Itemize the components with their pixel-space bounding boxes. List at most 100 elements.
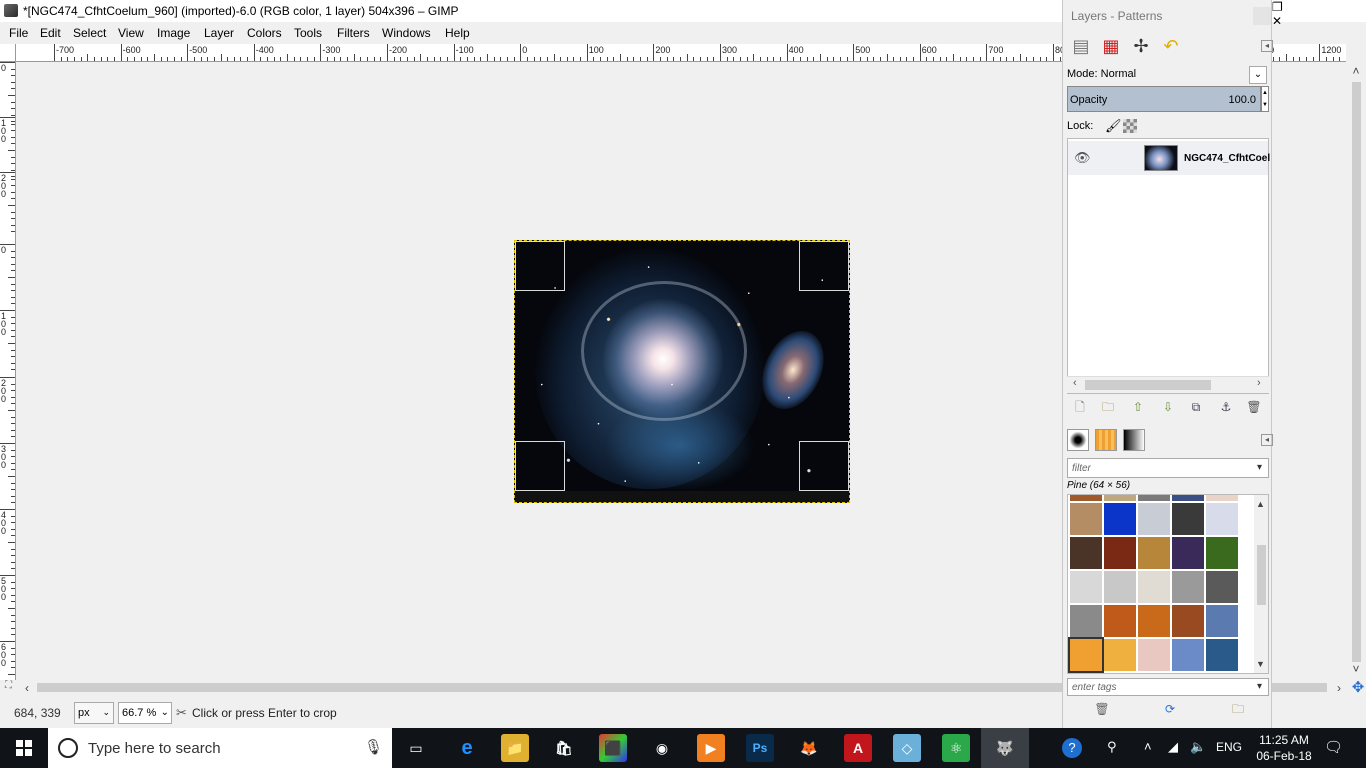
- microphone-icon[interactable]: 🎙: [364, 738, 383, 756]
- pattern-swatch[interactable]: [1104, 503, 1136, 535]
- delete-layer-icon[interactable]: 🗑: [1245, 398, 1263, 416]
- pattern-swatch[interactable]: [1104, 495, 1136, 501]
- menu-colors[interactable]: Colors: [247, 26, 282, 40]
- ruler-corner[interactable]: [0, 44, 16, 62]
- tab-undo-icon[interactable]: ↶: [1157, 32, 1185, 60]
- crop-handle-bottom-left[interactable]: [515, 441, 565, 491]
- layer-name[interactable]: NGC474_CfhtCoel: [1184, 153, 1270, 164]
- new-layer-icon[interactable]: 🗋: [1071, 398, 1089, 416]
- autocad-icon[interactable]: A: [844, 734, 872, 762]
- menu-tools[interactable]: Tools: [294, 26, 322, 40]
- pattern-grid[interactable]: ▲ ▼: [1067, 494, 1269, 674]
- menu-windows[interactable]: Windows: [382, 26, 431, 40]
- tab-brushes-icon[interactable]: [1067, 429, 1089, 451]
- pattern-swatch[interactable]: [1138, 537, 1170, 569]
- menu-image[interactable]: Image: [157, 26, 190, 40]
- notifications-icon[interactable]: 🗨: [1324, 738, 1343, 756]
- crop-handle-bottom-right[interactable]: [799, 441, 849, 491]
- close-button[interactable]: ✕: [1272, 14, 1366, 28]
- lock-alpha-icon[interactable]: [1123, 119, 1137, 133]
- gimp-taskbar-icon[interactable]: 🐺: [991, 734, 1019, 762]
- taskbar-search[interactable]: Type here to search 🎙: [48, 728, 392, 768]
- scroll-right-icon[interactable]: ›: [1331, 680, 1347, 696]
- clock[interactable]: 11:25 AM 06-Feb-18: [1252, 732, 1316, 764]
- dock-close-button[interactable]: [1253, 7, 1271, 25]
- pattern-swatch[interactable]: [1172, 537, 1204, 569]
- start-button[interactable]: [0, 728, 48, 768]
- chevron-down-icon[interactable]: ▾: [1257, 462, 1262, 473]
- pattern-swatch[interactable]: [1068, 637, 1104, 673]
- language-indicator[interactable]: ENG: [1216, 740, 1242, 754]
- pattern-swatch[interactable]: [1138, 571, 1170, 603]
- pattern-swatch[interactable]: [1206, 503, 1238, 535]
- raise-layer-icon[interactable]: ⇧: [1129, 398, 1147, 416]
- tab-gradients-icon[interactable]: [1123, 429, 1145, 451]
- pattern-swatch[interactable]: [1172, 495, 1204, 501]
- duplicate-layer-icon[interactable]: ⧉: [1187, 398, 1205, 416]
- store-icon[interactable]: 🛍: [550, 734, 578, 762]
- file-explorer-icon[interactable]: 📁: [501, 734, 529, 762]
- pattern-swatch[interactable]: [1206, 605, 1238, 637]
- pattern-swatch[interactable]: [1172, 639, 1204, 671]
- tab-channels-icon[interactable]: ▦: [1097, 32, 1125, 60]
- pattern-swatch[interactable]: [1138, 605, 1170, 637]
- layers-scroll-thumb[interactable]: [1085, 380, 1211, 390]
- task-view-icon[interactable]: ▭: [402, 734, 430, 762]
- mode-dropdown[interactable]: ⌄: [1249, 66, 1267, 84]
- firefox-icon[interactable]: 🦊: [795, 734, 823, 762]
- menu-layer[interactable]: Layer: [204, 26, 234, 40]
- pattern-swatch[interactable]: [1172, 503, 1204, 535]
- pattern-swatch[interactable]: [1206, 571, 1238, 603]
- scroll-down-icon[interactable]: ▼: [1256, 659, 1265, 669]
- tab-layers-icon[interactable]: ▤: [1067, 32, 1095, 60]
- restore-button[interactable]: ❐: [1272, 0, 1366, 14]
- scroll-left-icon[interactable]: ‹: [19, 680, 35, 696]
- tab-patterns-icon[interactable]: [1095, 429, 1117, 451]
- pattern-swatch[interactable]: [1172, 571, 1204, 603]
- pattern-swatch[interactable]: [1070, 537, 1102, 569]
- pattern-swatch[interactable]: [1070, 571, 1102, 603]
- photoshop-icon[interactable]: Ps: [746, 734, 774, 762]
- tab-paths-icon[interactable]: ✢: [1127, 32, 1155, 60]
- pattern-filter-field[interactable]: filter ▾: [1067, 458, 1269, 478]
- layer-row[interactable]: 👁 NGC474_CfhtCoel: [1068, 141, 1270, 175]
- anchor-layer-icon[interactable]: ⚓: [1217, 398, 1235, 416]
- scroll-left-icon[interactable]: ‹: [1073, 377, 1077, 389]
- app-icon-blue[interactable]: ◇: [893, 734, 921, 762]
- pattern-swatch[interactable]: [1104, 537, 1136, 569]
- pattern-swatch[interactable]: [1104, 571, 1136, 603]
- menu-filters[interactable]: Filters: [337, 26, 370, 40]
- tab-menu-icon[interactable]: ◂: [1261, 434, 1273, 446]
- quick-mask-toggle[interactable]: ⛶: [0, 680, 17, 696]
- pattern-swatch[interactable]: [1206, 537, 1238, 569]
- pattern-swatch[interactable]: [1070, 605, 1102, 637]
- volume-icon[interactable]: 🔈: [1190, 739, 1206, 755]
- network-icon[interactable]: ◢: [1168, 739, 1178, 755]
- layers-list[interactable]: 👁 NGC474_CfhtCoel: [1067, 138, 1270, 394]
- zoom-select[interactable]: 66.7 % ⌄: [118, 702, 172, 724]
- delete-pattern-icon[interactable]: 🗑: [1093, 700, 1111, 718]
- pattern-swatch[interactable]: [1138, 639, 1170, 671]
- pattern-swatch[interactable]: [1172, 605, 1204, 637]
- menu-select[interactable]: Select: [73, 26, 106, 40]
- scroll-down-icon[interactable]: ˅: [1348, 662, 1364, 678]
- opacity-spinner[interactable]: ▲ ▼: [1261, 86, 1269, 112]
- image-canvas[interactable]: [514, 240, 850, 503]
- menu-edit[interactable]: Edit: [40, 26, 61, 40]
- pattern-swatch[interactable]: [1070, 503, 1102, 535]
- opacity-slider[interactable]: Opacity 100.0: [1067, 86, 1261, 112]
- tags-field[interactable]: enter tags ▾: [1067, 678, 1269, 696]
- crop-handle-top-right[interactable]: [799, 241, 849, 291]
- visibility-eye-icon[interactable]: 👁: [1074, 150, 1091, 166]
- refresh-patterns-icon[interactable]: ⟳: [1161, 700, 1179, 718]
- pattern-scroll-thumb[interactable]: [1257, 545, 1266, 605]
- help-icon[interactable]: ?: [1062, 738, 1082, 758]
- menu-file[interactable]: File: [9, 26, 28, 40]
- new-layer-group-icon[interactable]: 🗀: [1099, 398, 1117, 416]
- unit-select[interactable]: px ⌄: [74, 702, 114, 724]
- chevron-down-icon[interactable]: ▾: [1257, 681, 1262, 692]
- people-icon[interactable]: ⚲: [1107, 739, 1117, 755]
- scroll-up-icon[interactable]: ▲: [1256, 499, 1265, 509]
- scroll-up-icon[interactable]: ˄: [1348, 64, 1364, 80]
- pattern-swatch[interactable]: [1104, 605, 1136, 637]
